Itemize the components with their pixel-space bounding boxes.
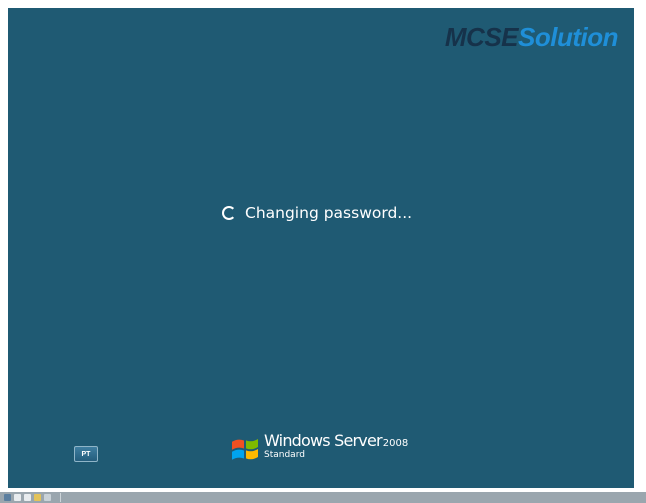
watermark-part-1: MCSE [444,22,519,52]
input-language-button[interactable]: PT [74,446,98,462]
windows-logo-icon [232,439,258,460]
status-text: Changing password... [245,204,413,222]
brand-text: Windows Server 2008 Standard [264,433,408,460]
windows-server-branding: Windows Server 2008 Standard [230,433,408,473]
app-icon[interactable] [24,494,31,501]
spinner-icon [222,206,236,220]
window-frame: MCSESolution Changing password... PT Win… [0,0,646,503]
watermark-part-2: Solution [518,22,618,52]
logon-screen: MCSESolution Changing password... PT Win… [8,8,634,488]
start-icon[interactable] [4,494,11,501]
mcsesolution-watermark: MCSESolution [444,22,619,53]
host-taskbar [0,492,646,503]
arrow-icon[interactable] [44,494,51,501]
status-message: Changing password... [222,201,412,225]
product-version: 2008 [382,438,409,449]
product-edition: Standard [264,450,305,460]
folder-icon[interactable] [34,494,41,501]
app-icon[interactable] [14,494,21,501]
product-name: Windows Server [264,431,383,450]
taskbar-separator [60,493,61,502]
